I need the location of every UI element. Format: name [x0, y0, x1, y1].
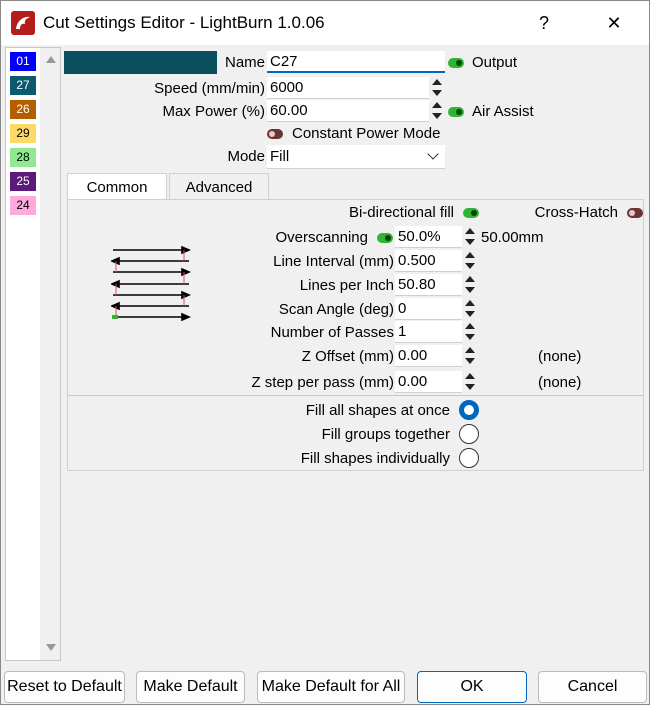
lines-per-inch-spinner[interactable] — [464, 274, 476, 296]
scan-angle-input[interactable]: 0 — [395, 298, 462, 320]
lines-per-inch-input[interactable]: 50.80 — [395, 274, 462, 296]
number-of-passes-spinner[interactable] — [464, 321, 476, 343]
tab-common[interactable]: Common — [67, 173, 167, 200]
tab-advanced[interactable]: Advanced — [169, 173, 269, 200]
max-power-spinner[interactable] — [431, 100, 443, 122]
fill-individually-label: Fill shapes individually — [300, 450, 450, 467]
title-bar: Cut Settings Editor - LightBurn 1.0.06 ?… — [1, 1, 649, 45]
fill-individually-radio[interactable] — [459, 448, 479, 468]
divider — [68, 395, 643, 396]
number-of-passes-input[interactable]: 1 — [395, 321, 462, 343]
scan-angle-spinner[interactable] — [464, 298, 476, 320]
fill-pattern-preview — [111, 246, 191, 322]
mode-value: Fill — [270, 148, 290, 165]
layer-item-27[interactable]: 27 — [10, 76, 36, 95]
z-step-note: (none) — [538, 374, 582, 391]
crosshatch-toggle[interactable] — [627, 208, 643, 218]
max-power-input[interactable]: 60.00 — [267, 100, 429, 122]
fill-groups-label: Fill groups together — [321, 426, 450, 443]
line-interval-input[interactable]: 0.500 — [395, 250, 462, 272]
z-offset-input[interactable]: 0.00 — [395, 345, 462, 367]
layer-item-29[interactable]: 29 — [10, 124, 36, 143]
fill-groups-radio[interactable] — [459, 424, 479, 444]
z-step-spinner[interactable] — [464, 371, 476, 393]
max-power-label: Max Power (%) — [162, 103, 265, 120]
air-assist-toggle[interactable] — [448, 107, 464, 117]
close-button[interactable]: ✕ — [600, 9, 628, 37]
z-step-input[interactable]: 0.00 — [395, 371, 462, 393]
z-offset-spinner[interactable] — [464, 345, 476, 367]
ok-button[interactable]: OK — [417, 671, 527, 703]
speed-input[interactable]: 6000 — [267, 77, 429, 99]
air-assist-label: Air Assist — [472, 103, 534, 120]
line-interval-label: Line Interval (mm) — [273, 253, 394, 270]
name-input[interactable]: C27 — [267, 51, 445, 73]
fill-all-label: Fill all shapes at once — [305, 402, 450, 419]
bidirectional-toggle[interactable] — [463, 208, 479, 218]
z-offset-label: Z Offset (mm) — [301, 348, 394, 365]
line-interval-spinner[interactable] — [464, 250, 476, 272]
reset-to-default-button[interactable]: Reset to Default — [4, 671, 125, 703]
layer-list[interactable]: 01 27 26 29 28 25 24 — [5, 47, 61, 661]
name-label: Name — [224, 54, 265, 71]
cancel-button[interactable]: Cancel — [538, 671, 647, 703]
overscanning-toggle[interactable] — [377, 233, 393, 243]
make-default-for-all-button[interactable]: Make Default for All — [257, 671, 405, 703]
make-default-button[interactable]: Make Default — [136, 671, 245, 703]
speed-label: Speed (mm/min) — [154, 80, 265, 97]
crosshatch-label: Cross-Hatch — [534, 204, 618, 221]
layer-color-swatch — [64, 51, 217, 74]
output-label: Output — [472, 54, 518, 71]
constant-power-label: Constant Power Mode — [292, 125, 441, 142]
overscanning-input[interactable]: 50.0% — [395, 226, 462, 248]
mode-select[interactable]: Fill — [267, 145, 445, 169]
overscanning-distance: 50.00mm — [481, 229, 544, 246]
layer-list-scrollbar[interactable] — [40, 48, 60, 660]
window-title: Cut Settings Editor - LightBurn 1.0.06 — [43, 13, 325, 32]
speed-spinner[interactable] — [431, 77, 443, 99]
lightburn-logo-icon — [11, 11, 35, 35]
layer-item-28[interactable]: 28 — [10, 148, 36, 167]
constant-power-toggle[interactable] — [267, 129, 283, 139]
overscanning-spinner[interactable] — [464, 226, 476, 248]
lines-per-inch-label: Lines per Inch — [299, 277, 394, 294]
layer-item-25[interactable]: 25 — [10, 172, 36, 191]
z-step-label: Z step per pass (mm) — [251, 374, 394, 391]
mode-label: Mode — [227, 148, 265, 165]
layer-item-26[interactable]: 26 — [10, 100, 36, 119]
number-of-passes-label: Number of Passes — [270, 324, 394, 341]
help-button[interactable]: ? — [530, 9, 558, 37]
layer-item-24[interactable]: 24 — [10, 196, 36, 215]
chevron-down-icon — [427, 148, 439, 160]
fill-all-radio[interactable] — [459, 400, 479, 420]
scroll-down-icon[interactable] — [46, 644, 56, 651]
overscanning-label: Overscanning — [275, 229, 368, 246]
z-offset-note: (none) — [538, 348, 582, 365]
scroll-up-icon[interactable] — [46, 56, 56, 63]
output-toggle[interactable] — [448, 58, 464, 68]
layer-item-01[interactable]: 01 — [10, 52, 36, 71]
bidirectional-label: Bi-directional fill — [348, 204, 454, 221]
scan-angle-label: Scan Angle (deg) — [278, 301, 394, 318]
cut-settings-dialog: Cut Settings Editor - LightBurn 1.0.06 ?… — [0, 0, 650, 705]
